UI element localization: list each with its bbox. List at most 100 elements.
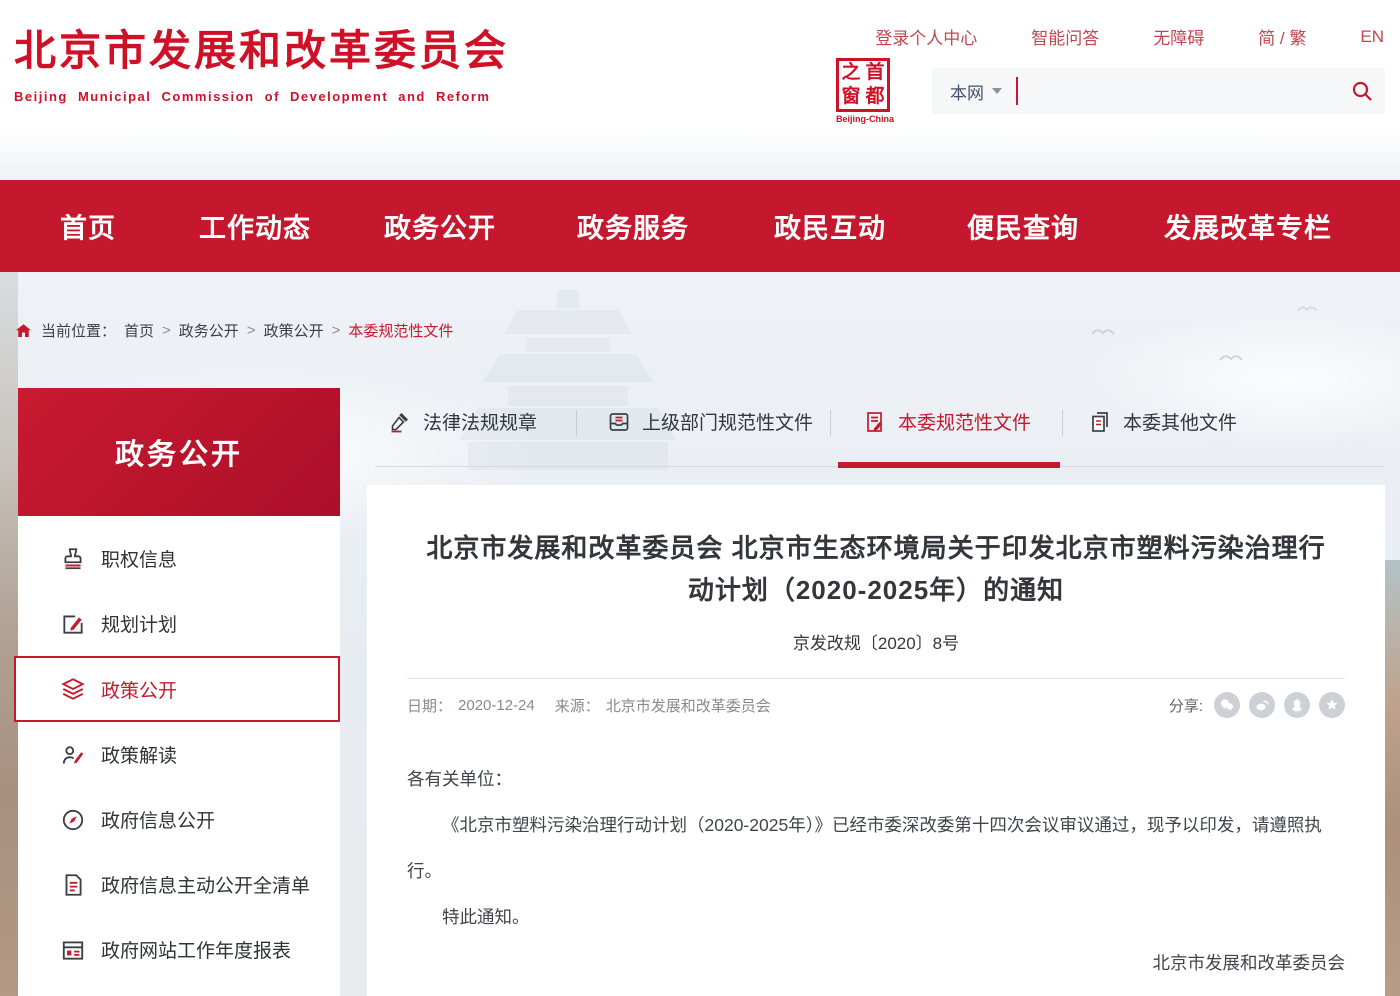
share-favorite-button[interactable]	[1319, 692, 1345, 718]
sidebar-item-label: 政府信息主动公开全清单	[101, 871, 310, 898]
site-search: 本网	[932, 68, 1385, 114]
stamp-caption: Beijing-China	[836, 114, 894, 124]
sidebar-item-annual-website-report[interactable]: 政府网站工作年度报表	[18, 917, 340, 982]
site-logo[interactable]: 北京市发展和改革委员会 Beijing Municipal Commission…	[14, 22, 509, 104]
sidebar-list: 职权信息 规划计划 政策公开	[18, 516, 340, 996]
sidebar-item-planning[interactable]: 规划计划	[18, 591, 340, 656]
search-icon	[1350, 79, 1374, 103]
share-wechat-button[interactable]	[1214, 692, 1240, 718]
breadcrumb-home[interactable]: 首页	[124, 320, 154, 341]
sidebar-item-authority-info[interactable]: 职权信息	[18, 526, 340, 591]
site-header: 北京市发展和改革委员会 Beijing Municipal Commission…	[0, 0, 1400, 180]
wechat-icon	[1219, 697, 1235, 713]
sidebar-item-label: 规划计划	[101, 610, 177, 637]
utility-links: 登录个人中心 智能问答 无障碍 简 / 繁 EN	[875, 24, 1384, 49]
document-list-icon	[60, 872, 86, 898]
breadcrumb-policy-openness[interactable]: 政策公开	[264, 320, 324, 341]
bird-decoration	[1218, 350, 1244, 364]
tab-commission-normative-documents[interactable]: 本委规范性文件	[863, 408, 1031, 435]
sidebar-header: 政务公开	[18, 388, 340, 516]
breadcrumb-gov-openness[interactable]: 政务公开	[179, 320, 239, 341]
paragraph: 特此通知。	[407, 894, 1345, 940]
share-weibo-button[interactable]	[1249, 692, 1275, 718]
article-source: 北京市发展和改革委员会	[606, 695, 771, 716]
stamp-char: 都	[863, 85, 887, 109]
sidebar-item-proactive-disclosure-list[interactable]: 政府信息主动公开全清单	[18, 852, 340, 917]
tab-label: 上级部门规范性文件	[642, 408, 813, 435]
breadcrumb-separator: >	[247, 322, 256, 339]
tab-label: 本委规范性文件	[898, 408, 1031, 435]
english-link[interactable]: EN	[1360, 27, 1384, 47]
right-background-strip	[1385, 560, 1400, 996]
tab-commission-other-documents[interactable]: 本委其他文件	[1088, 408, 1237, 435]
share-label: 分享:	[1169, 695, 1203, 716]
tab-divider	[1062, 410, 1063, 436]
tab-divider	[576, 410, 577, 436]
tab-laws-regulations[interactable]: 法律法规规章	[388, 408, 537, 435]
search-scope-label: 本网	[950, 79, 984, 104]
site-subtitle-en: Beijing Municipal Commission of Developm…	[14, 89, 509, 104]
article-meta-row: 日期：2020-12-24 来源：北京市发展和改革委员会 分享:	[407, 692, 1345, 718]
home-icon[interactable]	[14, 322, 33, 340]
sidebar-item-label: 政策公开	[101, 676, 177, 703]
documents-icon	[1088, 410, 1112, 434]
breadcrumb-separator: >	[162, 322, 171, 339]
article-body: 各有关单位： 《北京市塑料污染治理行动计划（2020-2025年）》已经市委深改…	[407, 756, 1345, 986]
nav-item-convenient-query[interactable]: 便民查询	[967, 207, 1079, 246]
stamp-char: 窗	[839, 85, 863, 109]
gavel-icon	[388, 410, 412, 434]
signature: 北京市发展和改革委员会	[407, 940, 1345, 986]
sidebar-item-label: 政府网站工作年度报表	[101, 936, 291, 963]
person-pen-icon	[60, 742, 86, 768]
sidebar-item-label: 职权信息	[101, 545, 177, 572]
stamp-icon	[60, 546, 86, 572]
article-meta: 日期：2020-12-24 来源：北京市发展和改革委员会	[407, 695, 771, 716]
nav-item-work-news[interactable]: 工作动态	[199, 207, 311, 246]
nav-item-gov-services[interactable]: 政务服务	[577, 207, 689, 246]
search-button[interactable]	[1339, 68, 1385, 114]
active-tab-underline	[838, 462, 1060, 468]
nav-item-reform-column[interactable]: 发展改革专栏	[1164, 207, 1332, 246]
panel-divider	[407, 678, 1345, 679]
simplified-traditional-toggle[interactable]: 简 / 繁	[1258, 24, 1306, 49]
search-scope-dropdown[interactable]: 本网	[932, 79, 1016, 104]
stamp-char: 之	[839, 61, 863, 85]
smart-qa-link[interactable]: 智能问答	[1031, 24, 1099, 49]
sidebar-item-decision-catalog[interactable]: 决策目录	[18, 982, 340, 996]
weibo-icon	[1254, 697, 1270, 713]
paragraph: 《北京市塑料污染治理行动计划（2020-2025年）》已经市委深改委第十四次会议…	[407, 802, 1345, 894]
nav-item-public-interaction[interactable]: 政民互动	[774, 207, 886, 246]
source-label: 来源：	[555, 695, 600, 716]
sidebar-item-gov-info-openness[interactable]: 政府信息公开	[18, 787, 340, 852]
accessibility-link[interactable]: 无障碍	[1153, 24, 1204, 49]
favorite-icon	[1324, 697, 1340, 713]
sidebar-item-policy-interpretation[interactable]: 政策解读	[18, 722, 340, 787]
sidebar-item-label: 政策解读	[101, 741, 177, 768]
article-date: 2020-12-24	[458, 697, 535, 714]
capital-window-stamp-logo[interactable]: 之 首 窗 都 Beijing-China	[836, 58, 894, 124]
login-personal-center-link[interactable]: 登录个人中心	[875, 24, 977, 49]
chevron-down-icon	[992, 88, 1002, 94]
search-input[interactable]	[1018, 68, 1339, 114]
share-qq-button[interactable]	[1284, 692, 1310, 718]
breadcrumb: 当前位置： 首页 > 政务公开 > 政策公开 > 本委规范性文件	[14, 320, 453, 341]
document-number: 京发改规〔2020〕8号	[407, 629, 1345, 654]
inbox-icon	[607, 410, 631, 434]
content-background: 当前位置： 首页 > 政务公开 > 政策公开 > 本委规范性文件 政务公开 职权…	[0, 272, 1400, 996]
breadcrumb-current[interactable]: 本委规范性文件	[348, 320, 453, 341]
sidebar-item-label: 政府信息公开	[101, 806, 215, 833]
nav-item-home[interactable]: 首页	[60, 207, 116, 246]
tab-divider	[830, 410, 831, 436]
sidebar-item-policy-openness[interactable]: 政策公开	[14, 656, 340, 722]
document-pen-icon	[863, 410, 887, 434]
article-title: 北京市发展和改革委员会 北京市生态环境局关于印发北京市塑料污染治理行动计划（20…	[426, 527, 1326, 611]
sidebar-title: 政务公开	[115, 431, 243, 473]
salutation: 各有关单位：	[407, 756, 1345, 802]
share-bar: 分享:	[1169, 692, 1345, 718]
breadcrumb-label: 当前位置：	[41, 320, 116, 341]
left-background-strip	[0, 272, 18, 996]
nav-item-gov-openness[interactable]: 政务公开	[384, 207, 496, 246]
pagoda-silhouette-decoration	[408, 290, 728, 470]
tab-superior-normative-documents[interactable]: 上级部门规范性文件	[607, 408, 813, 435]
tab-label: 法律法规规章	[423, 408, 537, 435]
